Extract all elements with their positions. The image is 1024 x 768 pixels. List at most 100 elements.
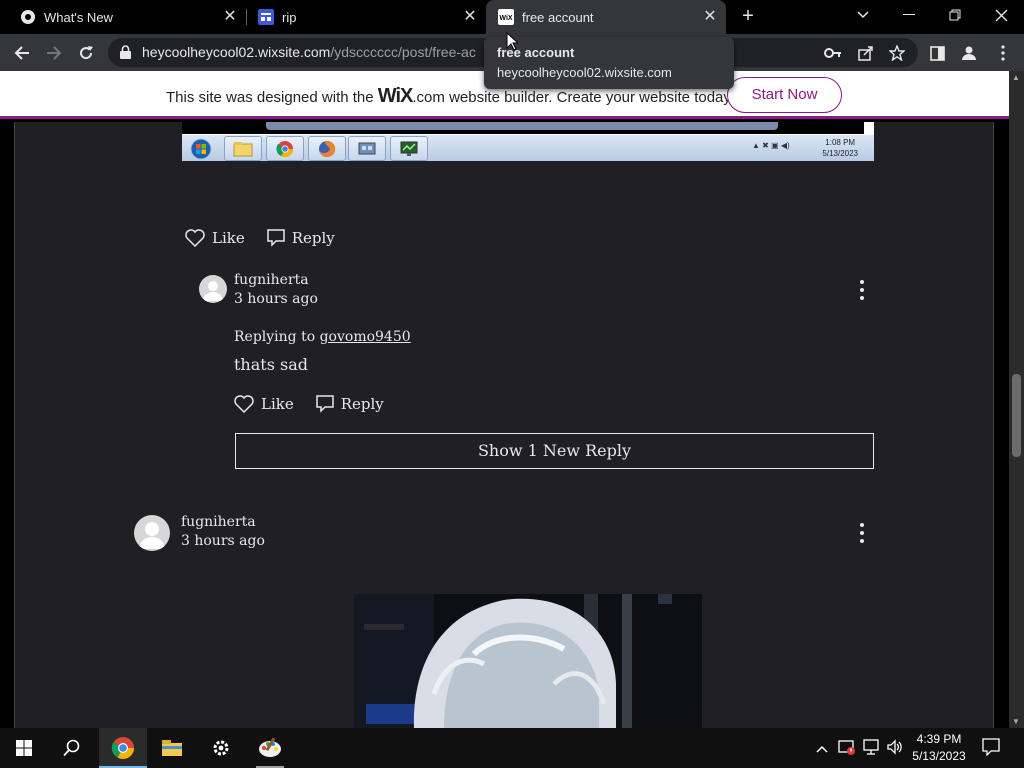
- scroll-up-arrow-icon[interactable]: ▲: [1012, 73, 1020, 82]
- windows-start-icon[interactable]: [0, 728, 48, 768]
- network-alert-icon[interactable]: [838, 738, 856, 759]
- menu-kebab-icon[interactable]: [994, 44, 1012, 62]
- replying-to-user-link[interactable]: govomo9450: [320, 329, 411, 345]
- tab-hover-tooltip: free account heycoolheycool02.wixsite.co…: [484, 37, 734, 89]
- win7-network-app-icon: [348, 136, 386, 161]
- reply-label: Reply: [340, 395, 384, 413]
- clock-date: 5/13/2023: [912, 749, 966, 763]
- comment-attached-photo[interactable]: [354, 594, 702, 728]
- lock-icon[interactable]: [120, 45, 131, 64]
- comment-more-options-icon[interactable]: [859, 280, 865, 300]
- tab-whats-new[interactable]: What's New ✕: [0, 0, 246, 34]
- banner-text-end: .com website builder. Create your websit…: [412, 89, 734, 106]
- like-button[interactable]: Like: [185, 229, 245, 247]
- system-clock[interactable]: 4:39 PM 5/13/2023: [906, 731, 972, 765]
- comment-timestamp: 3 hours ago: [181, 533, 265, 549]
- show-new-reply-button[interactable]: Show 1 New Reply: [235, 433, 874, 469]
- close-tab-icon[interactable]: ✕: [222, 9, 238, 25]
- scrollbar-thumb[interactable]: [1012, 374, 1021, 457]
- heart-icon: [185, 229, 205, 247]
- wix-icon: WiX: [498, 9, 514, 25]
- post-actions: Like Reply: [185, 229, 357, 247]
- like-label: Like: [212, 229, 245, 247]
- tab-title: rip: [282, 9, 297, 25]
- tab-title: free account: [522, 9, 594, 25]
- back-icon[interactable]: [9, 40, 35, 66]
- comment-text: thats sad: [234, 355, 308, 374]
- reply-button[interactable]: Reply: [266, 229, 335, 247]
- replying-to-line: Replying to govomo9450: [234, 329, 411, 345]
- url-path: /ydscccccc/post/free-ac: [330, 44, 476, 60]
- like-label: Like: [261, 395, 294, 413]
- windows-taskbar: 4:39 PM 5/13/2023: [0, 728, 1024, 768]
- comment-author[interactable]: fugniherta: [181, 514, 256, 530]
- file-explorer-icon[interactable]: [148, 728, 196, 768]
- comment-author[interactable]: fugniherta: [234, 272, 309, 288]
- page-content: ▲ ✖ ▣ ◀) 1:08 PM 5/13/2023 Like Reply fu…: [0, 122, 1009, 728]
- replying-label: Replying to: [234, 329, 320, 345]
- restore-icon[interactable]: [932, 0, 978, 30]
- bookmark-star-icon[interactable]: [888, 44, 906, 62]
- mouse-cursor-icon: [506, 32, 518, 51]
- reply-icon: [315, 395, 334, 413]
- tab-title: What's New: [44, 9, 113, 25]
- embedded-window-edge: [266, 122, 778, 130]
- avatar[interactable]: [134, 515, 170, 551]
- reply-icon: [266, 229, 285, 247]
- side-panel-icon[interactable]: [928, 44, 946, 62]
- win7-monitor-app-icon: [390, 136, 428, 161]
- like-button[interactable]: Like: [234, 395, 294, 413]
- close-tab-icon[interactable]: ✕: [702, 9, 718, 25]
- scroll-down-arrow-icon[interactable]: ▼: [1012, 717, 1020, 726]
- new-tab-icon[interactable]: +: [737, 6, 759, 28]
- reply-button[interactable]: Reply: [315, 395, 384, 413]
- url-domain: heycoolheycool02.wixsite.com: [142, 44, 331, 60]
- win7-explorer-icon: [224, 136, 262, 161]
- tooltip-url: heycoolheycool02.wixsite.com: [497, 65, 672, 80]
- embedded-screenshot-image: ▲ ✖ ▣ ◀) 1:08 PM 5/13/2023: [182, 122, 874, 161]
- chrome-icon: [20, 9, 36, 25]
- settings-icon[interactable]: [197, 728, 245, 768]
- win7-start-orb-icon: [186, 136, 216, 161]
- win7-firefox-icon: [308, 136, 346, 161]
- banner-text-start: This site was designed with the: [166, 89, 378, 106]
- profile-icon[interactable]: [960, 44, 978, 62]
- ethernet-icon[interactable]: [862, 738, 880, 759]
- start-now-button[interactable]: Start Now: [727, 77, 842, 113]
- close-tab-icon[interactable]: ✕: [462, 9, 478, 25]
- win7-tray-icons: ▲ ✖ ▣ ◀): [752, 141, 790, 150]
- reload-icon[interactable]: [73, 40, 99, 66]
- avatar[interactable]: [199, 275, 227, 303]
- tab-rip[interactable]: rip ✕: [238, 0, 486, 34]
- volume-icon[interactable]: [886, 738, 904, 759]
- tab-search-icon[interactable]: [840, 0, 886, 30]
- tooltip-title: free account: [497, 45, 575, 60]
- comment-more-options-icon[interactable]: [859, 523, 865, 543]
- tab-free-account[interactable]: WiX free account ✕: [486, 0, 726, 34]
- close-window-icon[interactable]: [978, 0, 1024, 30]
- clock-time: 4:39 PM: [916, 732, 962, 746]
- notification-center-icon[interactable]: [982, 738, 1000, 759]
- url-text: heycoolheycool02.wixsite.com/ydscccccc/p…: [142, 44, 476, 60]
- minimize-icon[interactable]: [886, 0, 932, 30]
- win7-chrome-icon: [266, 136, 304, 161]
- show-hidden-icons-icon[interactable]: [816, 740, 828, 756]
- win7-clock-time: 1:08 PM: [825, 138, 856, 147]
- reply-label: Reply: [291, 229, 335, 247]
- key-icon[interactable]: [824, 44, 842, 62]
- win7-taskbar: ▲ ✖ ▣ ◀) 1:08 PM 5/13/2023: [182, 134, 874, 161]
- page-scrollbar[interactable]: ▲ ▼: [1009, 71, 1024, 728]
- share-icon[interactable]: [857, 44, 875, 62]
- chrome-icon[interactable]: [99, 728, 147, 768]
- svg-text:WiX: WiX: [499, 15, 512, 22]
- browser-tab-strip: What's New ✕ rip ✕ WiX free account ✕ +: [0, 0, 1024, 34]
- win7-clock: 1:08 PM 5/13/2023: [822, 137, 858, 159]
- wix-blog-icon: [258, 9, 274, 25]
- forward-icon[interactable]: [41, 40, 67, 66]
- search-icon[interactable]: [48, 728, 96, 768]
- win7-clock-date: 5/13/2023: [822, 149, 858, 158]
- comment-timestamp: 3 hours ago: [234, 291, 318, 307]
- paint-icon[interactable]: [246, 728, 294, 768]
- wix-logo[interactable]: WiX: [378, 85, 414, 107]
- comment-actions: Like Reply: [234, 395, 406, 413]
